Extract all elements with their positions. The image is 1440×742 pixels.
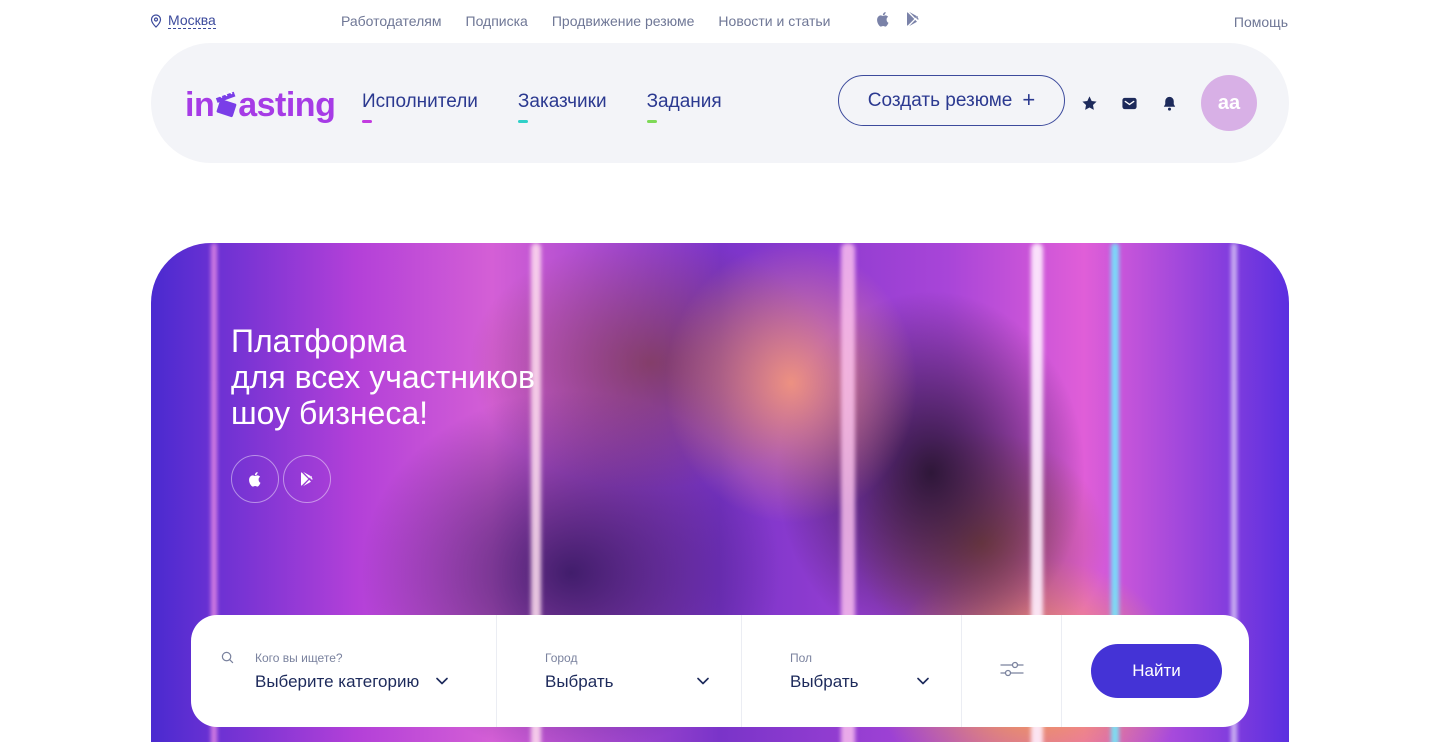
nav-tasks-accent	[646, 120, 657, 123]
top-app-links	[876, 11, 920, 27]
category-select[interactable]: Кого вы ищете? Выберите категорию	[191, 615, 497, 727]
top-bar: Москва Работодателям Подписка Продвижени…	[0, 0, 1440, 42]
star-icon[interactable]	[1080, 94, 1098, 112]
main-nav: Исполнители Заказчики Задания	[362, 91, 722, 123]
link-employers[interactable]: Работодателям	[341, 13, 442, 29]
category-label: Кого вы ищете?	[255, 651, 343, 665]
plus-icon: +	[1022, 86, 1036, 112]
filters-button[interactable]	[962, 615, 1062, 727]
gender-label: Пол	[790, 651, 813, 665]
bell-icon[interactable]	[1160, 94, 1178, 112]
mail-icon[interactable]	[1120, 94, 1138, 112]
gender-value: Выбрать	[790, 672, 859, 691]
hero-title: Платформа для всех участников шоу бизнес…	[231, 323, 536, 431]
create-resume-label: Создать резюме	[867, 89, 1013, 111]
city-selector[interactable]: Москва	[150, 12, 216, 29]
link-news[interactable]: Новости и статьи	[718, 13, 830, 29]
google-play-icon	[301, 471, 313, 487]
logo-text-right: asting	[238, 85, 336, 124]
nav-customers-label: Заказчики	[517, 91, 607, 112]
nav-performers-accent	[362, 120, 372, 123]
location-pin-icon	[150, 13, 162, 28]
main-header: in asting Исполнители Заказчики Задания …	[151, 43, 1289, 163]
clapperboard-icon	[215, 89, 237, 121]
gender-select[interactable]: Пол Выбрать	[742, 615, 962, 727]
find-button[interactable]: Найти	[1091, 644, 1222, 698]
chevron-down-icon	[436, 677, 448, 685]
chevron-down-icon	[697, 677, 709, 685]
avatar[interactable]: aa	[1201, 75, 1257, 131]
nav-performers[interactable]: Исполнители	[362, 91, 478, 123]
avatar-initials: aa	[1217, 91, 1241, 114]
city-select[interactable]: Город Выбрать	[497, 615, 742, 727]
chevron-down-icon	[917, 677, 929, 685]
google-play-button[interactable]	[283, 455, 331, 503]
nav-tasks[interactable]: Задания	[646, 91, 722, 123]
apple-icon[interactable]	[876, 11, 890, 27]
apple-icon	[249, 472, 261, 487]
create-resume-button[interactable]: Создать резюме +	[838, 75, 1065, 126]
top-links: Работодателям Подписка Продвижение резюм…	[341, 13, 830, 29]
hero-app-buttons	[231, 455, 331, 503]
help-link[interactable]: Помощь	[1234, 14, 1288, 30]
link-subscription[interactable]: Подписка	[466, 13, 528, 29]
filters-icon	[1000, 661, 1024, 677]
city-label: Город	[545, 651, 578, 665]
google-play-icon[interactable]	[906, 11, 920, 27]
link-resume-promotion[interactable]: Продвижение резюме	[552, 13, 695, 29]
category-value: Выберите категорию	[255, 672, 420, 691]
nav-customers[interactable]: Заказчики	[517, 91, 607, 123]
logo[interactable]: in asting	[185, 81, 336, 129]
nav-tasks-label: Задания	[646, 91, 722, 112]
city-value: Выбрать	[545, 672, 614, 691]
find-button-label: Найти	[1132, 661, 1181, 680]
city-name[interactable]: Москва	[168, 12, 216, 29]
search-icon	[221, 651, 234, 664]
search-bar: Кого вы ищете? Выберите категорию Город …	[191, 615, 1249, 727]
logo-text-left: in	[185, 85, 215, 124]
nav-performers-label: Исполнители	[362, 91, 478, 112]
app-store-button[interactable]	[231, 455, 279, 503]
nav-customers-accent	[517, 120, 528, 123]
